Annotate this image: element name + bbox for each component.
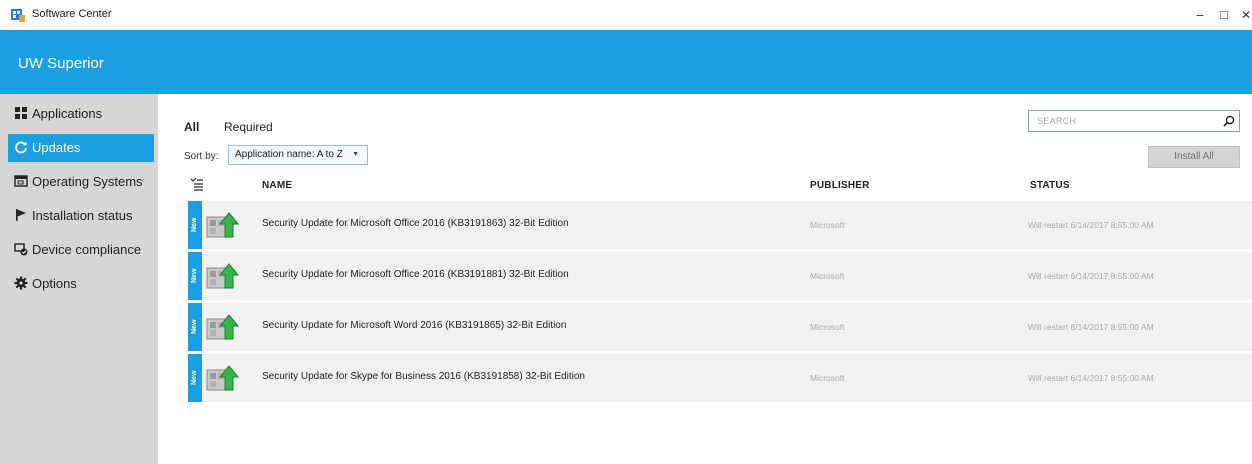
update-status: Will restart 6/14/2017 8:55:00 AM [1028,322,1154,332]
table-row[interactable]: New Security Update for Microsoft Office… [188,201,1252,249]
sidebar-item-installation-status[interactable]: Installation status [8,202,154,230]
update-name: Security Update for Microsoft Word 2016 … [262,320,567,331]
sidebar-item-label: Applications [32,106,103,121]
update-publisher: Microsoft [810,220,845,230]
sidebar-item-device-compliance[interactable]: Device compliance [8,236,154,264]
sort-dropdown[interactable]: Application name: A to Z ▼ [228,145,368,165]
sidebar-item-label: Installation status [32,208,133,223]
new-badge-label: New [191,217,198,233]
compliance-icon [14,243,28,256]
window-titlebar: Software Center − □ ✕ [0,0,1252,31]
sidebar-item-applications[interactable]: Applications [8,100,154,128]
table-row[interactable]: New Security Update for Skype for Busine… [188,354,1252,402]
sidebar: Applications Updates Operating Systems I… [0,94,158,464]
column-header-name[interactable]: NAME [262,180,292,191]
tab-all[interactable]: All [184,120,199,134]
install-all-button[interactable]: Install All [1148,146,1240,168]
os-window-icon [14,175,28,187]
sidebar-item-options[interactable]: Options [8,270,154,298]
new-badge-label: New [191,268,198,284]
sidebar-item-updates[interactable]: Updates [8,134,154,162]
flag-icon [16,209,26,221]
update-publisher: Microsoft [810,322,845,332]
table-row[interactable]: New Security Update for Microsoft Office… [188,252,1252,300]
sidebar-item-label: Device compliance [32,242,142,257]
update-name: Security Update for Microsoft Office 201… [262,218,569,229]
header-banner: UW Superior [0,30,1252,94]
gear-icon [14,276,28,290]
search-icon[interactable] [1223,115,1235,127]
table-row[interactable]: New Security Update for Microsoft Word 2… [188,303,1252,351]
software-center-app-icon [11,9,25,22]
update-status: Will restart 6/14/2017 8:55:00 AM [1028,271,1154,281]
update-package-icon [206,263,239,289]
tab-required[interactable]: Required [224,120,273,134]
update-package-icon [206,212,239,238]
sidebar-item-label: Updates [32,140,81,155]
update-publisher: Microsoft [810,373,845,383]
organization-name: UW Superior [18,55,104,72]
new-badge-label: New [191,319,198,335]
sidebar-item-label: Options [32,276,77,291]
column-header-status[interactable]: STATUS [1030,180,1070,191]
sidebar-item-label: Operating Systems [32,174,143,189]
window-title: Software Center [32,8,112,20]
sort-by-label: Sort by: [184,151,219,162]
new-badge: New [188,354,202,402]
sort-selected-value: Application name: A to Z [235,149,343,160]
update-name: Security Update for Skype for Business 2… [262,371,585,382]
new-badge: New [188,303,202,351]
refresh-icon [15,141,27,154]
new-badge-label: New [191,370,198,386]
update-name: Security Update for Microsoft Office 201… [262,269,569,280]
update-package-icon [206,365,239,391]
update-status: Will restart 6/14/2017 8:55:00 AM [1028,373,1154,383]
new-badge: New [188,201,202,249]
sidebar-item-operating-systems[interactable]: Operating Systems [8,168,154,196]
new-badge: New [188,252,202,300]
close-button[interactable]: ✕ [1232,5,1252,25]
search-input[interactable] [1029,111,1217,131]
update-publisher: Microsoft [810,271,845,281]
list-sort-icon[interactable] [190,177,204,191]
column-header-publisher[interactable]: PUBLISHER [810,180,870,191]
update-status: Will restart 6/14/2017 8:55:00 AM [1028,220,1154,230]
chevron-down-icon: ▼ [352,151,359,158]
search-box [1028,110,1240,132]
applications-grid-icon [15,107,27,119]
update-package-icon [206,314,239,340]
